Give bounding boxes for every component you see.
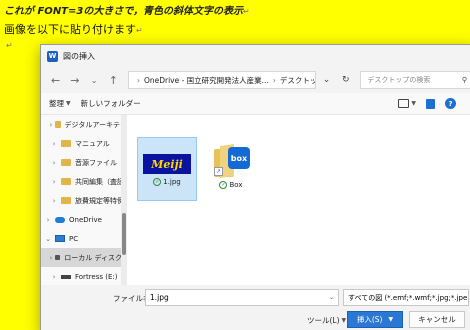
back-arrow-icon[interactable]: ← — [47, 71, 64, 89]
breadcrumb-current[interactable]: デスクトップ — [280, 75, 315, 86]
folder-icon — [61, 140, 71, 147]
paragraph-mark: ↵ — [136, 26, 143, 35]
pc-monitor-icon — [55, 235, 65, 242]
help-icon[interactable]: ? — [445, 98, 456, 109]
sidebar-item-3[interactable]: › 共同編集（査読 — [41, 172, 127, 191]
folder-icon — [61, 178, 71, 185]
file-item-1jpg[interactable]: Meiji ✓ 1.jpg — [137, 137, 197, 201]
view-icon — [398, 99, 410, 108]
forward-arrow-icon[interactable]: → — [66, 71, 83, 89]
doc-line1-text: これが FONT=3の大きさで，青色の斜体文字の表示 — [4, 6, 243, 17]
search-input[interactable]: デスクトップの検索 ⚲ — [360, 71, 470, 89]
sidebar-item-label: Fortress (E:) — [75, 272, 118, 281]
file-name: Box — [229, 181, 243, 189]
organize-button[interactable]: 整理 ▼ — [49, 98, 71, 109]
shortcut-arrow-icon: ↗ — [214, 167, 223, 176]
address-dropdown-icon[interactable]: ⌄ — [318, 71, 335, 89]
onedrive-cloud-icon — [55, 216, 65, 223]
file-type-select[interactable]: すべての図 (*.emf;*.wmf;*.jpg;*.jpe — [343, 289, 469, 306]
dialog-title: 図の挿入 — [63, 51, 95, 61]
sidebar-item-onedrive[interactable]: › OneDrive — [41, 210, 127, 229]
scrollbar-thumb[interactable] — [122, 213, 126, 255]
box-logo-icon: box — [228, 147, 250, 169]
command-toolbar: 整理 ▼ 新しいフォルダー ▼ ? — [41, 93, 470, 115]
sync-check-icon: ✓ — [219, 181, 228, 189]
document-line-1: これが FONT=3の大きさで，青色の斜体文字の表示↵ — [4, 2, 250, 17]
breadcrumb-root[interactable]: OneDrive - 国立研究開発法人産業... — [144, 75, 269, 86]
empty-paragraph-mark: ↵ — [6, 41, 13, 50]
file-list-pane: Meiji ✓ 1.jpg box ↗ ✓ Box — [127, 115, 470, 285]
expand-chevron-icon[interactable]: › — [47, 197, 61, 205]
drive-icon — [61, 274, 71, 279]
chevron-down-icon[interactable]: ⌄ — [329, 294, 334, 301]
sidebar-item-label: デジタルアーキテク — [64, 120, 127, 129]
local-disk-icon — [54, 255, 61, 260]
sync-check-icon: ✓ — [153, 178, 162, 186]
expand-chevron-icon[interactable]: › — [47, 178, 61, 186]
sidebar-item-fortress[interactable]: › Fortress (E:) — [41, 267, 127, 285]
navigation-pane: › デジタルアーキテク › マニュアル › 音源ファイル › 共同編集（査読 ›… — [41, 115, 127, 285]
dialog-titlebar[interactable]: W 図の挿入 — [41, 45, 470, 67]
caret-down-icon: ▼ — [411, 100, 416, 107]
search-placeholder: デスクトップの検索 — [367, 76, 431, 84]
document-line-2: 画像を以下に貼り付けます↵ — [4, 21, 143, 37]
tools-button[interactable]: ツール(L) ▼ — [307, 315, 346, 326]
chevron-down-icon[interactable]: ⌄ — [85, 71, 102, 89]
sidebar-item-label: OneDrive — [69, 215, 102, 224]
expand-chevron-icon[interactable]: ⌄ — [41, 235, 55, 243]
sidebar-item-label: 共同編集（査読 — [75, 177, 124, 186]
insert-picture-dialog: W 図の挿入 ← → ⌄ ↑ › OneDrive - 国立研究開発法人産業..… — [40, 44, 470, 330]
sidebar-item-pc[interactable]: ⌄ PC — [41, 229, 127, 248]
navigation-bar: ← → ⌄ ↑ › OneDrive - 国立研究開発法人産業... › デスク… — [41, 67, 470, 93]
dialog-footer: ファイル名(N): 1.jpg ⌄ すべての図 (*.emf;*.wmf;*.j… — [41, 285, 470, 330]
folder-icon — [54, 121, 61, 128]
box-folder-icon: box ↗ — [214, 144, 250, 178]
file-type-value: すべての図 (*.emf;*.wmf;*.jpg;*.jpe — [348, 293, 468, 302]
image-thumbnail: Meiji — [143, 154, 191, 174]
word-app-icon: W — [47, 50, 58, 62]
caret-down-icon: ▼ — [341, 317, 347, 324]
sidebar-item-4[interactable]: › 旅費規定等特例 — [41, 191, 127, 210]
sidebar-item-1[interactable]: › マニュアル — [41, 134, 127, 153]
refresh-icon[interactable]: ↻ — [337, 71, 354, 89]
sidebar-item-label: ローカル ディスク ( — [64, 253, 127, 262]
folder-icon — [61, 197, 71, 204]
sidebar-item-label: PC — [69, 234, 79, 243]
new-folder-button[interactable]: 新しいフォルダー — [81, 98, 141, 109]
doc-line2-text: 画像を以下に貼り付けます — [4, 23, 136, 36]
expand-chevron-icon[interactable]: › — [47, 273, 61, 281]
cancel-button[interactable]: キャンセル — [409, 311, 465, 328]
sidebar-item-label: マニュアル — [75, 139, 110, 148]
sidebar-item-local-disk[interactable]: › ローカル ディスク ( — [41, 248, 127, 267]
caret-down-icon[interactable]: ▼ — [389, 316, 394, 323]
file-name: 1.jpg — [163, 178, 181, 186]
sidebar-item-0[interactable]: › デジタルアーキテク — [41, 115, 127, 134]
expand-chevron-icon[interactable]: › — [47, 121, 55, 129]
address-bar[interactable]: › OneDrive - 国立研究開発法人産業... › デスクトップ — [127, 71, 316, 89]
expand-chevron-icon[interactable]: › — [41, 216, 55, 224]
paragraph-mark: ↵ — [242, 7, 250, 16]
search-icon: ⚲ — [461, 76, 467, 84]
view-options-button[interactable]: ▼ — [398, 99, 416, 108]
expand-chevron-icon[interactable]: › — [47, 254, 55, 262]
up-arrow-icon[interactable]: ↑ — [105, 71, 122, 89]
expand-chevron-icon[interactable]: › — [47, 159, 61, 167]
caret-down-icon: ▼ — [66, 100, 71, 107]
insert-button[interactable]: 挿入(S) ▼ — [347, 311, 403, 328]
expand-chevron-icon[interactable]: › — [47, 140, 61, 148]
sidebar-item-label: 音源ファイル — [75, 158, 117, 167]
file-item-box[interactable]: box ↗ ✓ Box — [201, 137, 261, 201]
sidebar-item-2[interactable]: › 音源ファイル — [41, 153, 127, 172]
sidebar-item-label: 旅費規定等特例 — [75, 196, 124, 205]
filename-value: 1.jpg — [150, 293, 169, 302]
folder-icon — [61, 159, 71, 166]
preview-pane-icon[interactable] — [426, 98, 435, 109]
filename-input[interactable]: 1.jpg ⌄ — [145, 289, 339, 306]
